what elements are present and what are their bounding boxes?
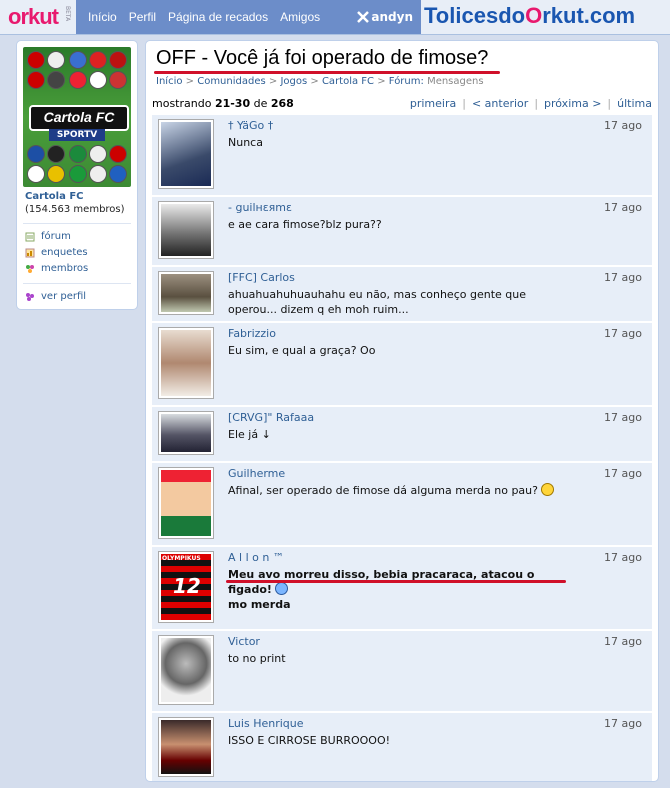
link-ver-perfil[interactable]: ver perfil bbox=[25, 291, 86, 302]
crumb-comunidades[interactable]: Comunidades bbox=[197, 76, 265, 87]
list-item: Fabrizzio 17 ago Eu sim, e qual a graça?… bbox=[152, 321, 652, 405]
user-name: andyn bbox=[371, 10, 413, 24]
post-text: ahuahuahuhuauhahu eu não, mas conheço ge… bbox=[228, 288, 526, 316]
sad-smiley-icon bbox=[274, 582, 288, 595]
post-author[interactable]: Fabrizzio bbox=[228, 327, 276, 340]
post-date: 17 ago bbox=[604, 119, 642, 132]
list-item: [FFC] Carlos 17 ago ahuahuahuhuauhahu eu… bbox=[152, 265, 652, 321]
orkut-logo[interactable]: orkut bbox=[8, 4, 59, 30]
beta-label: BETA bbox=[64, 6, 71, 22]
pager: primeira | < anterior | próxima > | última bbox=[409, 97, 652, 110]
profile-icon bbox=[26, 292, 34, 301]
watermark-brand: TolicesdoOrkut.com bbox=[424, 3, 636, 28]
post-date: 17 ago bbox=[604, 201, 642, 214]
list-item: † YäGo † 17 ago Nunca bbox=[152, 113, 652, 195]
post-date: 17 ago bbox=[604, 467, 642, 480]
post-date: 17 ago bbox=[604, 635, 642, 648]
list-item: Victor 17 ago to no print bbox=[152, 629, 652, 711]
list-item: Luis Henrique 17 ago ISSO E CIRROSE BURR… bbox=[152, 711, 652, 781]
list-item: OLYMPIKUS 12 A l l o n ™ 17 ago Meu avo … bbox=[152, 545, 652, 629]
crumb-inicio[interactable]: Início bbox=[156, 76, 182, 87]
post-text: Meu avo morreu disso, bebia pracaraca, a… bbox=[228, 568, 535, 611]
pager-first[interactable]: primeira bbox=[410, 97, 456, 110]
post-text: Afinal, ser operado de fimose dá alguma … bbox=[228, 483, 578, 498]
list-item: - guilнεяmε 17 ago e ae cara fimose?blz … bbox=[152, 195, 652, 265]
pager-prev[interactable]: < anterior bbox=[472, 97, 528, 110]
main-nav: Início Perfil Página de recados Amigos a… bbox=[76, 0, 421, 34]
nav-recados[interactable]: Página de recados bbox=[168, 10, 268, 24]
members-icon bbox=[26, 264, 34, 273]
link-forum[interactable]: fórum bbox=[25, 231, 71, 242]
post-author[interactable]: Guilherme bbox=[228, 467, 285, 480]
post-text: Ele já ↓ bbox=[228, 428, 271, 441]
post-text: ISSO E CIRROSE BURROOOO! bbox=[228, 734, 391, 747]
post-date: 17 ago bbox=[604, 271, 642, 284]
member-count: (154.563 membros) bbox=[25, 204, 125, 215]
post-date: 17 ago bbox=[604, 327, 642, 340]
post-text: Nunca bbox=[228, 136, 263, 149]
avatar[interactable] bbox=[158, 635, 214, 705]
x-icon bbox=[357, 11, 370, 23]
post-author[interactable]: A l l o n ™ bbox=[228, 551, 284, 564]
avatar[interactable]: OLYMPIKUS 12 bbox=[158, 551, 214, 623]
post-date: 17 ago bbox=[604, 551, 642, 564]
post-author[interactable]: Victor bbox=[228, 635, 260, 648]
list-item: [CRVG]" Rafaaa 17 ago Ele já ↓ bbox=[152, 405, 652, 461]
community-name[interactable]: Cartola FC bbox=[25, 191, 84, 202]
divider bbox=[23, 223, 131, 224]
pager-next[interactable]: próxima > bbox=[544, 97, 601, 110]
avatar[interactable] bbox=[158, 717, 214, 777]
list-item: Guilherme 17 ago Afinal, ser operado de … bbox=[152, 461, 652, 545]
avatar[interactable] bbox=[158, 327, 214, 399]
cartola-logo-text: Cartola FC bbox=[29, 105, 129, 131]
avatar[interactable] bbox=[158, 201, 214, 259]
avatar[interactable] bbox=[158, 467, 214, 539]
avatar[interactable] bbox=[158, 411, 214, 455]
community-image[interactable]: Cartola FC SPORTV bbox=[23, 47, 131, 187]
showing-range: mostrando 21-30 de 268 bbox=[152, 97, 294, 110]
topic-title: OFF - Você já foi operado de fimose? bbox=[156, 47, 489, 69]
link-membros[interactable]: membros bbox=[25, 263, 88, 274]
divider bbox=[23, 283, 131, 284]
post-author[interactable]: Luis Henrique bbox=[228, 717, 304, 730]
post-date: 17 ago bbox=[604, 717, 642, 730]
jersey-number: 12 bbox=[173, 574, 201, 598]
nav-amigos[interactable]: Amigos bbox=[280, 10, 320, 24]
nav-perfil[interactable]: Perfil bbox=[129, 10, 156, 24]
avatar[interactable] bbox=[158, 119, 214, 189]
crumb-cartola[interactable]: Cartola FC bbox=[322, 76, 374, 87]
crumb-jogos[interactable]: Jogos bbox=[280, 76, 307, 87]
post-date: 17 ago bbox=[604, 411, 642, 424]
link-enquetes[interactable]: enquetes bbox=[25, 247, 88, 258]
post-author[interactable]: [FFC] Carlos bbox=[228, 271, 295, 284]
crumb-mensagens: Mensagens bbox=[427, 76, 484, 87]
nav-inicio[interactable]: Início bbox=[88, 10, 117, 24]
avatar[interactable] bbox=[158, 271, 214, 315]
smiley-icon bbox=[541, 483, 554, 496]
post-text: Eu sim, e qual a graça? Oo bbox=[228, 344, 376, 357]
crumb-forum[interactable]: Fórum: bbox=[389, 76, 424, 87]
pager-last[interactable]: última bbox=[617, 97, 652, 110]
breadcrumb: Início > Comunidades > Jogos > Cartola F… bbox=[156, 76, 484, 87]
sportv-logo-text: SPORTV bbox=[49, 129, 105, 141]
poll-icon bbox=[25, 248, 35, 257]
community-sidebar: Cartola FC SPORTV Cartola FC (154.563 me… bbox=[16, 40, 138, 310]
top-bar: orkut BETA Início Perfil Página de recad… bbox=[0, 0, 670, 35]
highlight-underline bbox=[154, 71, 500, 74]
post-author[interactable]: [CRVG]" Rafaaa bbox=[228, 411, 314, 424]
highlight-underline bbox=[226, 580, 566, 583]
post-text: to no print bbox=[228, 652, 286, 665]
user-menu[interactable]: andyn bbox=[357, 10, 413, 24]
post-author[interactable]: † YäGo † bbox=[228, 119, 273, 132]
post-text: e ae cara fimose?blz pura?? bbox=[228, 218, 382, 231]
jersey-brand: OLYMPIKUS bbox=[162, 555, 201, 562]
forum-icon bbox=[25, 232, 35, 241]
post-author[interactable]: - guilнεяmε bbox=[228, 201, 292, 214]
topic-panel: OFF - Você já foi operado de fimose? Iní… bbox=[145, 40, 659, 782]
